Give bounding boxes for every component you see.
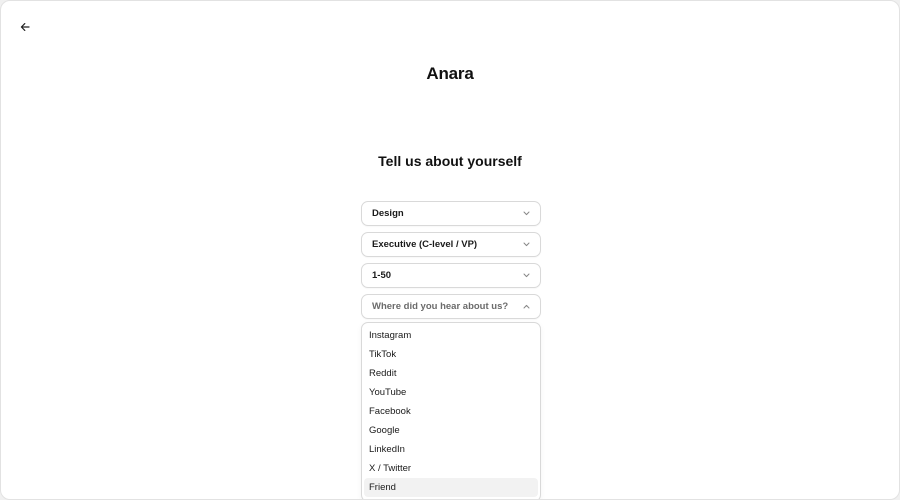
role-select[interactable]: Design <box>361 201 541 226</box>
app-logo: Anara <box>426 64 474 83</box>
company-size-select-value: 1-50 <box>372 270 392 281</box>
referral-select[interactable]: Where did you hear about us? <box>361 294 541 319</box>
option-friend[interactable]: Friend <box>364 478 538 497</box>
option-instagram[interactable]: Instagram <box>364 326 538 345</box>
chevron-up-icon <box>522 303 530 311</box>
onboarding-window: Anara Tell us about yourself Design Exec… <box>0 0 900 500</box>
company-size-select[interactable]: 1-50 <box>361 263 541 288</box>
option-google[interactable]: Google <box>364 421 538 440</box>
option-x-twitter[interactable]: X / Twitter <box>364 459 538 478</box>
chevron-down-icon <box>522 210 530 218</box>
page-title: Tell us about yourself <box>378 153 522 169</box>
arrow-left-icon <box>20 23 30 31</box>
referral-dropdown-menu: Instagram TikTok Reddit YouTube Facebook… <box>361 322 541 499</box>
chevron-down-icon <box>522 272 530 280</box>
option-youtube[interactable]: YouTube <box>364 383 538 402</box>
option-linkedin[interactable]: LinkedIn <box>364 440 538 459</box>
level-select[interactable]: Executive (C-level / VP) <box>361 232 541 257</box>
chevron-down-icon <box>522 241 530 249</box>
option-facebook[interactable]: Facebook <box>364 402 538 421</box>
option-tiktok[interactable]: TikTok <box>364 345 538 364</box>
role-select-value: Design <box>372 208 404 219</box>
level-select-value: Executive (C-level / VP) <box>372 239 478 250</box>
back-button[interactable] <box>15 17 35 37</box>
referral-select-placeholder: Where did you hear about us? <box>372 301 509 312</box>
option-reddit[interactable]: Reddit <box>364 364 538 383</box>
